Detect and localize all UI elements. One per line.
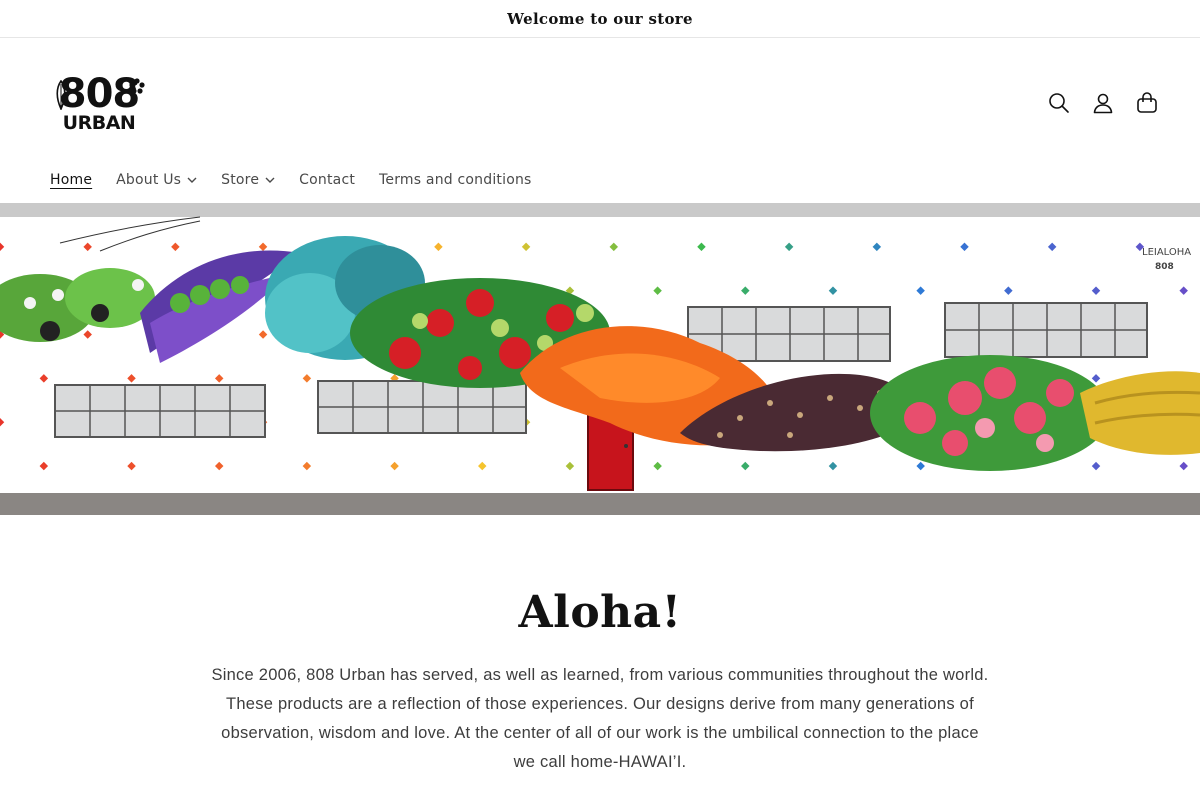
search-icon[interactable] [1044,88,1074,118]
mural-illustration: LEIALOHA 808 [0,203,1200,515]
hero-banner-image: LEIALOHA 808 [0,203,1200,515]
mural-signature: LEIALOHA [1142,247,1191,258]
announcement-bar: Welcome to our store [0,0,1200,38]
logo-plumeria-icon [129,78,145,94]
chevron-down-icon [265,177,275,183]
announcement-text: Welcome to our store [507,9,693,28]
nav-item-label: Contact [299,172,356,188]
nav-item-about-us[interactable]: About Us [104,167,209,193]
nav-item-label: Terms and conditions [379,172,532,188]
nav-item-label: About Us [116,172,182,188]
logo-urban: URBAN [62,112,136,134]
header-icons [1044,88,1162,118]
main-navigation: Home About Us Store Contact Terms and co… [38,167,544,193]
nav-item-label: Home [50,172,93,188]
chevron-down-icon [187,177,197,183]
nav-item-contact[interactable]: Contact [287,167,367,193]
nav-item-store[interactable]: Store [209,167,287,193]
intro-section: Aloha! Since 2006, 808 Urban has served,… [0,585,1200,777]
intro-paragraph: Since 2006, 808 Urban has served, as wel… [211,666,989,771]
nav-item-home[interactable]: Home [38,167,104,193]
site-logo[interactable]: 808 URBAN [55,74,145,138]
nav-item-terms[interactable]: Terms and conditions [367,167,544,193]
logo-leaf-icon [56,80,66,110]
cart-icon[interactable] [1132,88,1162,118]
account-icon[interactable] [1088,88,1118,118]
nav-item-label: Store [221,172,260,188]
mural-mark: 808 [1155,262,1174,272]
page-heading: Aloha! [518,587,682,638]
site-header: 808 URBAN Home About Us Store Contact Te… [0,38,1200,203]
